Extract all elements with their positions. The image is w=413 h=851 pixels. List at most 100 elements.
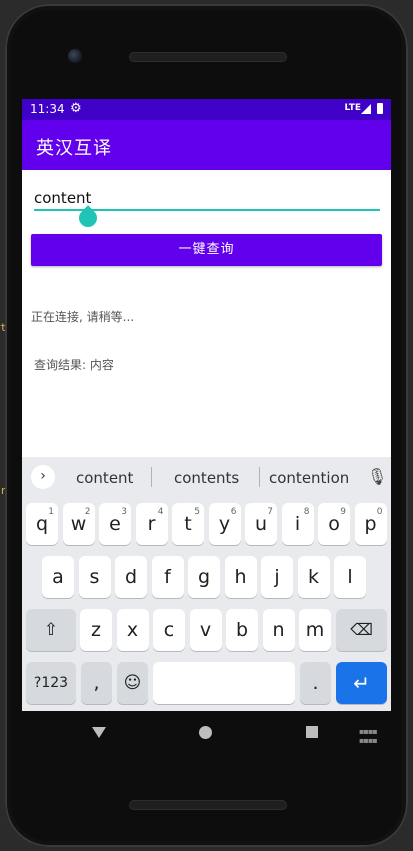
recents-icon[interactable] — [306, 726, 318, 738]
key-h[interactable]: h — [224, 556, 257, 598]
key-w[interactable]: w2 — [62, 503, 95, 545]
soft-keyboard: › content contents contention 🎙 q1w2e3r4… — [22, 457, 391, 711]
key-letter: l — [347, 566, 353, 588]
key-letter: f — [164, 566, 171, 588]
battery-icon — [377, 103, 383, 114]
status-time: 11:34 — [30, 102, 65, 116]
network-type: LTE — [344, 103, 361, 113]
query-result: 查询结果: 内容 — [34, 358, 114, 372]
device-screen: 11:34 ⚙ LTE 英汉互译 content 一键查询 正在连接, 请稍等.… — [22, 99, 391, 711]
key-o[interactable]: o9 — [318, 503, 350, 545]
comma-key[interactable]: , — [81, 662, 112, 704]
key-letter: t — [184, 513, 192, 535]
key-n[interactable]: n — [262, 609, 295, 651]
backspace-icon[interactable]: ⌫ — [336, 609, 387, 651]
key-letter: e — [109, 513, 121, 535]
key-q[interactable]: q1 — [26, 503, 58, 545]
key-b[interactable]: b — [226, 609, 258, 651]
key-y[interactable]: y6 — [208, 503, 241, 545]
key-hint-number: 4 — [157, 507, 164, 517]
key-letter: d — [124, 566, 138, 588]
key-hint-number: 2 — [84, 507, 91, 517]
key-hint-number: 9 — [340, 507, 346, 517]
keyboard-switch-icon[interactable]: ▪▪▪▪ ▪▪▪▪ — [359, 727, 378, 745]
period-key[interactable]: . — [300, 662, 331, 704]
key-letter: q — [35, 513, 49, 535]
key-letter: v — [199, 619, 212, 641]
gear-icon: ⚙ — [70, 101, 82, 116]
key-letter: n — [272, 619, 285, 641]
key-e[interactable]: e3 — [99, 503, 131, 545]
signal-icon — [361, 104, 371, 114]
key-hint-number: 5 — [194, 507, 200, 517]
key-c[interactable]: c — [153, 609, 185, 651]
key-letter: o — [328, 513, 340, 535]
key-letter: j — [274, 566, 280, 588]
key-i[interactable]: i8 — [281, 503, 314, 545]
symbols-key[interactable]: ?123 — [26, 662, 76, 704]
query-button[interactable]: 一键查询 — [31, 234, 382, 266]
back-icon[interactable] — [92, 727, 106, 738]
enter-icon[interactable]: ↵ — [336, 662, 387, 704]
key-hint-number: 6 — [230, 507, 237, 517]
suggestion-item[interactable]: contention — [269, 469, 349, 487]
key-letter: b — [235, 619, 249, 641]
key-t[interactable]: t5 — [172, 503, 204, 545]
key-letter: h — [234, 566, 247, 588]
key-letter: p — [364, 513, 377, 535]
key-letter: x — [126, 619, 139, 641]
key-x[interactable]: x — [116, 609, 149, 651]
app-title: 英汉互译 — [36, 138, 112, 159]
key-letter: m — [305, 619, 325, 641]
key-d[interactable]: d — [115, 556, 147, 598]
key-z[interactable]: z — [80, 609, 112, 651]
divider — [259, 467, 260, 487]
key-letter: r — [147, 513, 156, 535]
key-hint-number: 7 — [267, 507, 273, 517]
key-letter: s — [89, 566, 100, 588]
microphone-icon[interactable]: 🎙 — [367, 467, 387, 486]
key-l[interactable]: l — [334, 556, 366, 598]
key-p[interactable]: p0 — [354, 503, 387, 545]
key-m[interactable]: m — [299, 609, 331, 651]
navigation-bar: ▪▪▪▪ ▪▪▪▪ — [22, 711, 391, 755]
key-k[interactable]: k — [297, 556, 330, 598]
app-bar: 英汉互译 — [22, 120, 391, 170]
word-input-value[interactable]: content — [34, 189, 91, 207]
status-bar: 11:34 ⚙ LTE — [22, 99, 391, 120]
key-j[interactable]: j — [261, 556, 293, 598]
key-letter: c — [163, 619, 175, 641]
key-hint-number: 0 — [376, 507, 383, 517]
emoji-icon[interactable]: ☺ — [117, 662, 148, 704]
speaker-grille — [129, 52, 287, 62]
key-u[interactable]: u7 — [245, 503, 277, 545]
connection-status: 正在连接, 请稍等... — [31, 310, 135, 324]
key-letter: i — [294, 513, 301, 535]
key-letter: g — [197, 566, 211, 588]
space-key[interactable] — [153, 662, 295, 704]
word-input[interactable]: content — [32, 187, 380, 231]
speaker-grille — [129, 800, 287, 810]
key-hint-number: 1 — [48, 507, 54, 517]
key-letter: k — [307, 566, 319, 588]
suggestion-strip: › content contents contention 🎙 — [22, 457, 391, 497]
key-letter: z — [91, 619, 101, 641]
key-hint-number: 3 — [121, 507, 127, 517]
chevron-right-icon[interactable]: › — [31, 465, 55, 489]
suggestion-item[interactable]: contents — [174, 469, 239, 487]
key-letter: a — [52, 566, 64, 588]
shift-icon[interactable]: ⇧ — [26, 609, 76, 651]
suggestion-item[interactable]: content — [76, 469, 133, 487]
camera-icon — [68, 49, 82, 63]
key-a[interactable]: a — [42, 556, 74, 598]
divider — [151, 467, 152, 487]
key-letter: y — [218, 513, 231, 535]
key-f[interactable]: f — [151, 556, 184, 598]
home-icon[interactable] — [199, 726, 212, 739]
key-hint-number: 8 — [303, 507, 310, 517]
key-letter: u — [254, 513, 268, 535]
key-s[interactable]: s — [78, 556, 111, 598]
key-g[interactable]: g — [188, 556, 220, 598]
key-r[interactable]: r4 — [135, 503, 168, 545]
key-v[interactable]: v — [189, 609, 222, 651]
